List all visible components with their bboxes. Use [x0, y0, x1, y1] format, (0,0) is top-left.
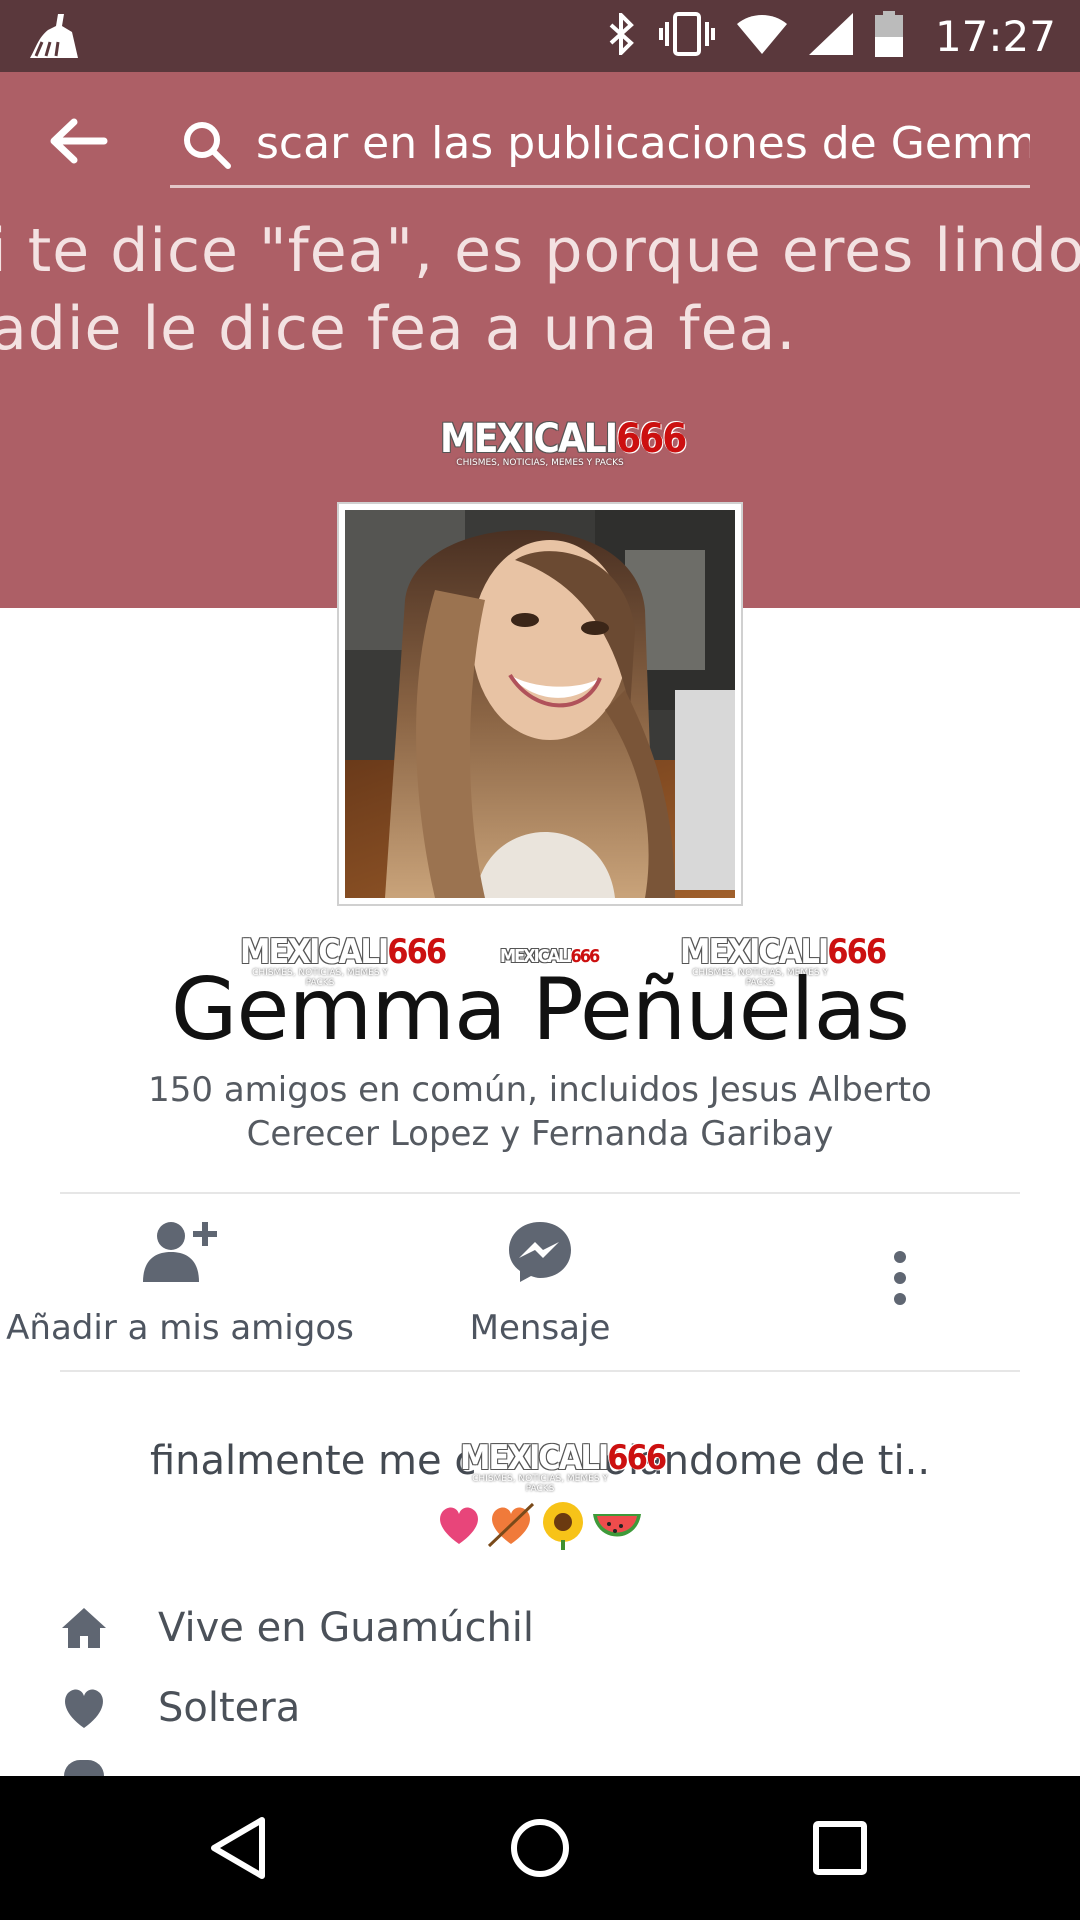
profile-actions: Añadir a mis amigos Mensaje [0, 1200, 1080, 1370]
battery-icon [874, 11, 903, 61]
cleaner-icon [28, 12, 80, 60]
add-friend-button[interactable]: Añadir a mis amigos [0, 1200, 360, 1348]
search-text: scar en las publicaciones de Gemma [256, 118, 1030, 169]
top-bar: scar en las publicaciones de Gemma [0, 72, 1080, 192]
search-icon [180, 118, 232, 170]
partial-info-row [64, 1760, 104, 1776]
clock: 17:27 [934, 11, 1056, 61]
add-friend-icon [0, 1220, 360, 1288]
messenger-icon [420, 1220, 660, 1288]
watermark-logo: MEXICALI666 CHISMES, NOTICIAS, MEMES Y P… [460, 1438, 667, 1494]
more-options-icon[interactable] [860, 1250, 940, 1310]
signal-icon [808, 13, 853, 59]
profile-name: Gemma Peñuelas [170, 960, 910, 1060]
back-nav-icon[interactable] [200, 1812, 280, 1884]
info-relationship: Soltera [60, 1678, 300, 1738]
heart-icon [60, 1684, 108, 1732]
home-nav-icon[interactable] [500, 1812, 580, 1884]
watermark-logo: MEXICALI666 CHISMES, NOTICIAS, MEMES Y P… [440, 416, 687, 468]
mutual-friends[interactable]: 150 amigos en común, incluidos Jesus Alb… [90, 1068, 990, 1156]
relationship-text: Soltera [158, 1685, 301, 1731]
cover-quote: i te dice "fea", es porque eres lindo ad… [0, 216, 1080, 364]
bio-emojis [0, 1500, 1080, 1550]
avatar-image [345, 510, 735, 898]
divider [60, 1370, 1020, 1372]
bluetooth-icon [607, 10, 637, 59]
sunflower-emoji-icon [543, 1502, 583, 1550]
screen: 17:27 i te dice "fea", es porque eres li… [0, 0, 1080, 1920]
profile-picture[interactable] [337, 502, 743, 906]
add-friend-label: Añadir a mis amigos [6, 1308, 354, 1348]
navigation-bar [0, 1776, 1080, 1920]
status-bar: 17:27 [0, 0, 1080, 72]
message-button[interactable]: Mensaje [420, 1200, 660, 1348]
info-lives-in: Vive en Guamúchil [60, 1598, 534, 1658]
recents-nav-icon[interactable] [800, 1812, 880, 1884]
watermelon-emoji-icon [593, 1514, 641, 1537]
heart-emoji-icon [440, 1507, 478, 1544]
back-arrow-icon[interactable] [48, 116, 118, 172]
home-icon [60, 1604, 108, 1652]
search-input[interactable]: scar en las publicaciones de Gemma [170, 102, 1030, 188]
arrow-heart-emoji-icon [487, 1502, 535, 1548]
lives-in-text: Vive en Guamúchil [158, 1605, 535, 1651]
status-icons: 17:27 [607, 0, 1056, 72]
wifi-icon [736, 14, 787, 58]
message-label: Mensaje [469, 1308, 611, 1348]
vibrate-icon [658, 12, 715, 60]
divider [60, 1192, 1020, 1194]
